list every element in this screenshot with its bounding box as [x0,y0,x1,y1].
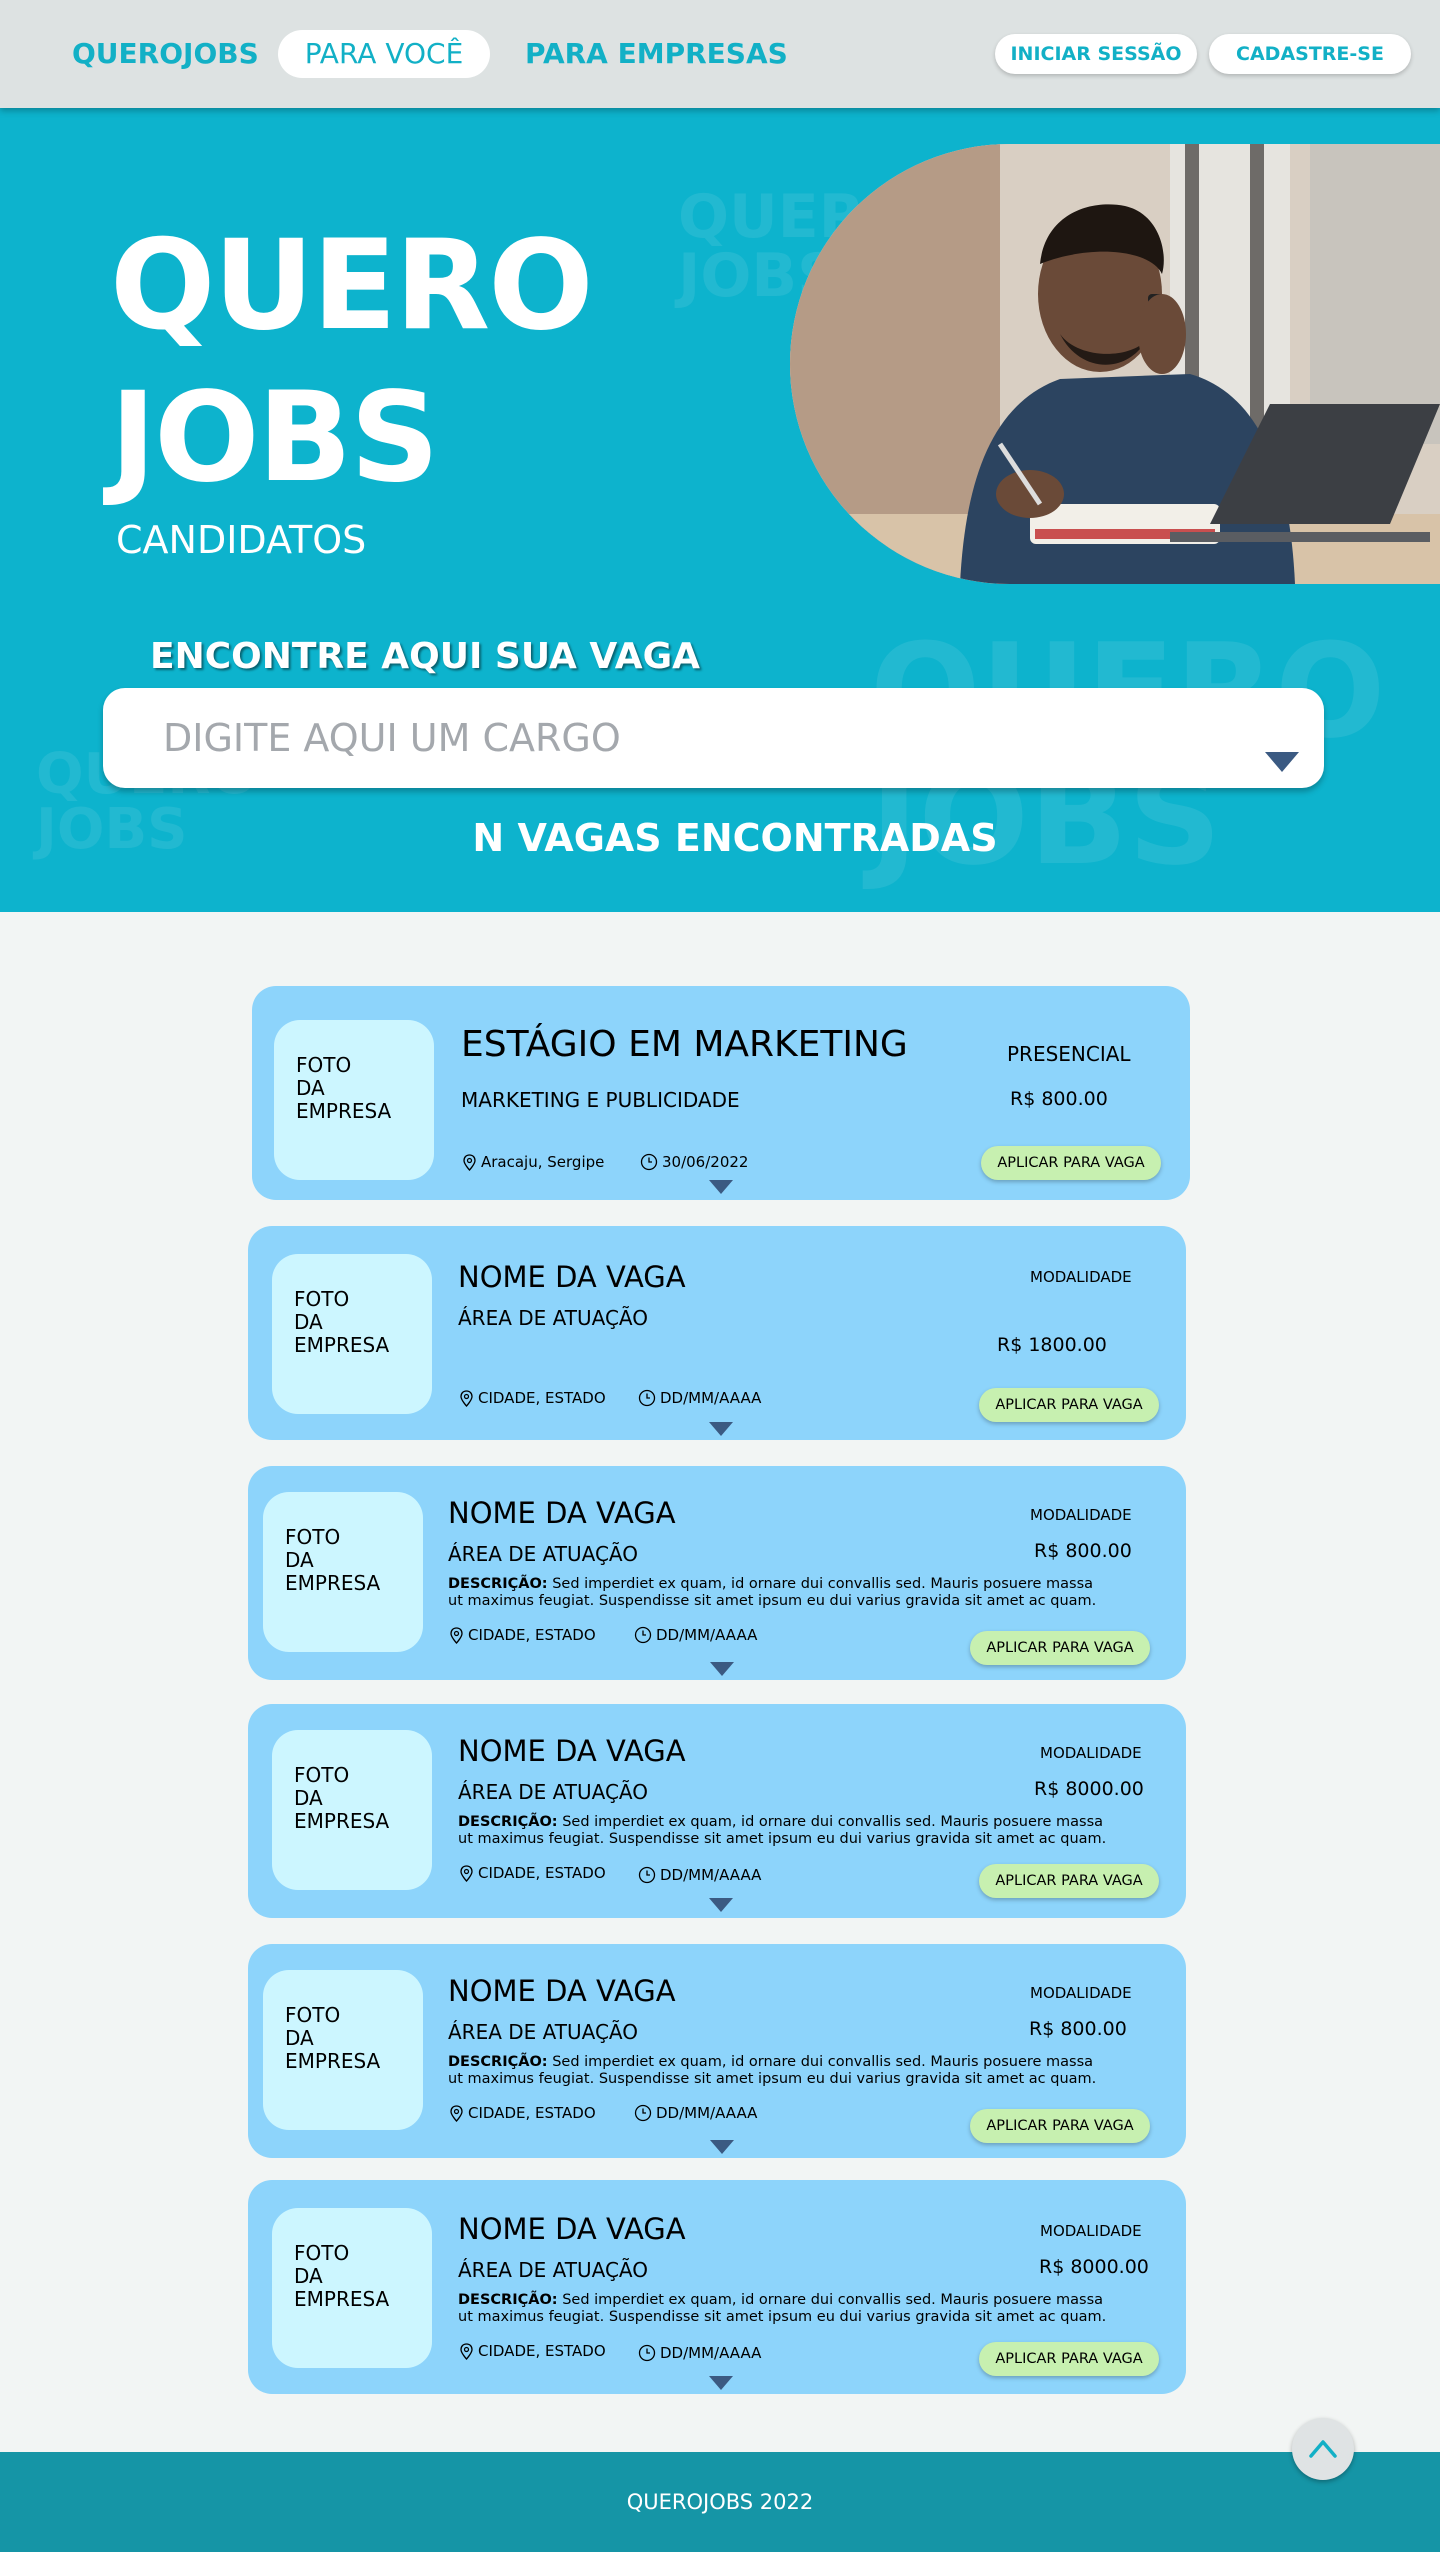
apply-button[interactable]: APLICAR PARA VAGA [979,2342,1159,2376]
job-salary: R$ 800.00 [1034,1540,1132,1562]
chevron-down-icon[interactable] [710,2140,734,2154]
job-location: Aracaju, Sergipe [462,1153,604,1171]
job-location: CIDADE, ESTADO [449,2104,596,2122]
company-logo-placeholder: FOTO DA EMPRESA [272,2208,432,2368]
job-date: DD/MM/AAAA [634,2104,757,2122]
hero-title-line: JOBS [110,366,439,510]
job-area: ÁREA DE ATUAÇÃO [448,2020,638,2044]
job-salary: R$ 8000.00 [1039,2256,1149,2278]
company-logo-placeholder: FOTO DA EMPRESA [272,1254,432,1414]
job-search-input[interactable] [163,712,1213,764]
company-logo-placeholder: FOTO DA EMPRESA [274,1020,434,1180]
hero-subtitle: CANDIDATOS [116,518,367,562]
clock-icon [634,1626,652,1644]
job-description: DESCRIÇÃO: Sed imperdiet ex quam, id orn… [458,1814,1107,1847]
chevron-down-icon[interactable] [709,1898,733,1912]
company-logo-placeholder: FOTO DA EMPRESA [272,1730,432,1890]
clock-icon [638,2344,656,2362]
job-title: NOME DA VAGA [458,1734,686,1768]
chevron-down-icon[interactable] [709,1180,733,1194]
job-title: ESTÁGIO EM MARKETING [461,1024,908,1065]
location-pin-icon [460,1389,473,1407]
job-date: DD/MM/AAAA [638,1389,761,1407]
clock-icon [640,1153,658,1171]
apply-button[interactable]: APLICAR PARA VAGA [979,1388,1159,1422]
back-to-top-button[interactable] [1292,2418,1354,2480]
job-area: ÁREA DE ATUAÇÃO [458,1780,648,1804]
job-salary: R$ 800.00 [1010,1088,1108,1110]
job-mode: MODALIDADE [1040,1744,1142,1762]
job-area: ÁREA DE ATUAÇÃO [458,1306,648,1330]
location-pin-icon [460,1864,473,1882]
job-salary: R$ 8000.00 [1034,1778,1144,1800]
job-card: FOTO DA EMPRESA NOME DA VAGA ÁREA DE ATUAÇ… [248,1226,1186,1440]
job-card: FOTO DA EMPRESA NOME DA VAGA ÁREA DE ATUAÇ… [248,1944,1186,2158]
apply-button[interactable]: APLICAR PARA VAGA [970,2109,1150,2143]
chevron-down-icon[interactable] [709,1422,733,1436]
job-title: NOME DA VAGA [448,1496,676,1530]
chevron-down-icon[interactable] [710,1662,734,1676]
search-label: ENCONTRE AQUI SUA VAGA [150,636,701,677]
clock-icon [638,1866,656,1884]
location-pin-icon [460,2342,473,2360]
apply-button[interactable]: APLICAR PARA VAGA [970,1631,1150,1665]
results-count: N VAGAS ENCONTRADAS [472,816,998,860]
hero-photo [790,144,1440,584]
job-date: DD/MM/AAAA [634,1626,757,1644]
clock-icon [638,1389,656,1407]
job-mode: MODALIDADE [1030,1268,1132,1286]
login-button[interactable]: INICIAR SESSÃO [995,34,1197,74]
job-mode: MODALIDADE [1030,1506,1132,1524]
job-mode: PRESENCIAL [1007,1042,1131,1066]
job-title: NOME DA VAGA [458,2212,686,2246]
job-card: FOTO DA EMPRESA NOME DA VAGA ÁREA DE ATUAÇ… [248,1466,1186,1680]
location-pin-icon [450,2104,463,2122]
job-card: FOTO DA EMPRESA NOME DA VAGA ÁREA DE ATUAÇ… [248,1704,1186,1918]
signup-button[interactable]: CADASTRE-SE [1209,34,1411,74]
job-location: CIDADE, ESTADO [459,1864,606,1882]
hero-title-line: QUERO [110,214,594,358]
hero-photo-illustration [790,144,1440,584]
job-salary: R$ 1800.00 [997,1334,1107,1356]
job-date: DD/MM/AAAA [638,2344,761,2362]
top-nav: QUEROJOBS PARA VOCÊ PARA EMPRESAS INICIA… [0,0,1440,108]
job-description: DESCRIÇÃO: Sed imperdiet ex quam, id orn… [458,2292,1107,2325]
hero-title: QUERO JOBS [110,210,594,514]
nav-brand-link[interactable]: QUEROJOBS [72,30,259,78]
job-area: MARKETING E PUBLICIDADE [461,1088,740,1112]
job-date: DD/MM/AAAA [638,1866,761,1884]
job-mode: MODALIDADE [1030,1984,1132,2002]
hero-section: QUEROJOBS QUEROJOBS QUEROJOBS QUERO JOBS… [0,108,1440,912]
tab-para-voce[interactable]: PARA VOCÊ [278,30,490,78]
apply-button[interactable]: APLICAR PARA VAGA [981,1146,1161,1180]
location-pin-icon [450,1626,463,1644]
location-pin-icon [463,1153,476,1171]
job-location: CIDADE, ESTADO [459,2342,606,2360]
job-card: FOTO DA EMPRESA NOME DA VAGA ÁREA DE ATUAÇ… [248,2180,1186,2394]
company-logo-placeholder: FOTO DA EMPRESA [263,1492,423,1652]
job-salary: R$ 800.00 [1029,2018,1127,2040]
job-description: DESCRIÇÃO: Sed imperdiet ex quam, id orn… [448,1576,1097,1609]
job-search-box [103,688,1324,788]
job-location: CIDADE, ESTADO [449,1626,596,1644]
job-card: FOTO DA EMPRESA ESTÁGIO EM MARKETING MARKE… [252,986,1190,1200]
job-date: 30/06/2022 [640,1153,748,1171]
job-title: NOME DA VAGA [448,1974,676,2008]
apply-button[interactable]: APLICAR PARA VAGA [979,1864,1159,1898]
clock-icon [634,2104,652,2122]
job-mode: MODALIDADE [1040,2222,1142,2240]
job-location: CIDADE, ESTADO [459,1389,606,1407]
page-footer: QUEROJOBS 2022 [0,2452,1440,2552]
chevron-down-icon[interactable] [1265,752,1299,772]
tab-para-empresas[interactable]: PARA EMPRESAS [525,30,788,78]
job-description: DESCRIÇÃO: Sed imperdiet ex quam, id orn… [448,2054,1097,2087]
chevron-down-icon[interactable] [709,2376,733,2390]
company-logo-placeholder: FOTO DA EMPRESA [263,1970,423,2130]
job-title: NOME DA VAGA [458,1260,686,1294]
footer-text: QUEROJOBS 2022 [626,2490,814,2514]
chevron-up-icon [1309,2440,1337,2458]
job-area: ÁREA DE ATUAÇÃO [458,2258,648,2282]
job-area: ÁREA DE ATUAÇÃO [448,1542,638,1566]
